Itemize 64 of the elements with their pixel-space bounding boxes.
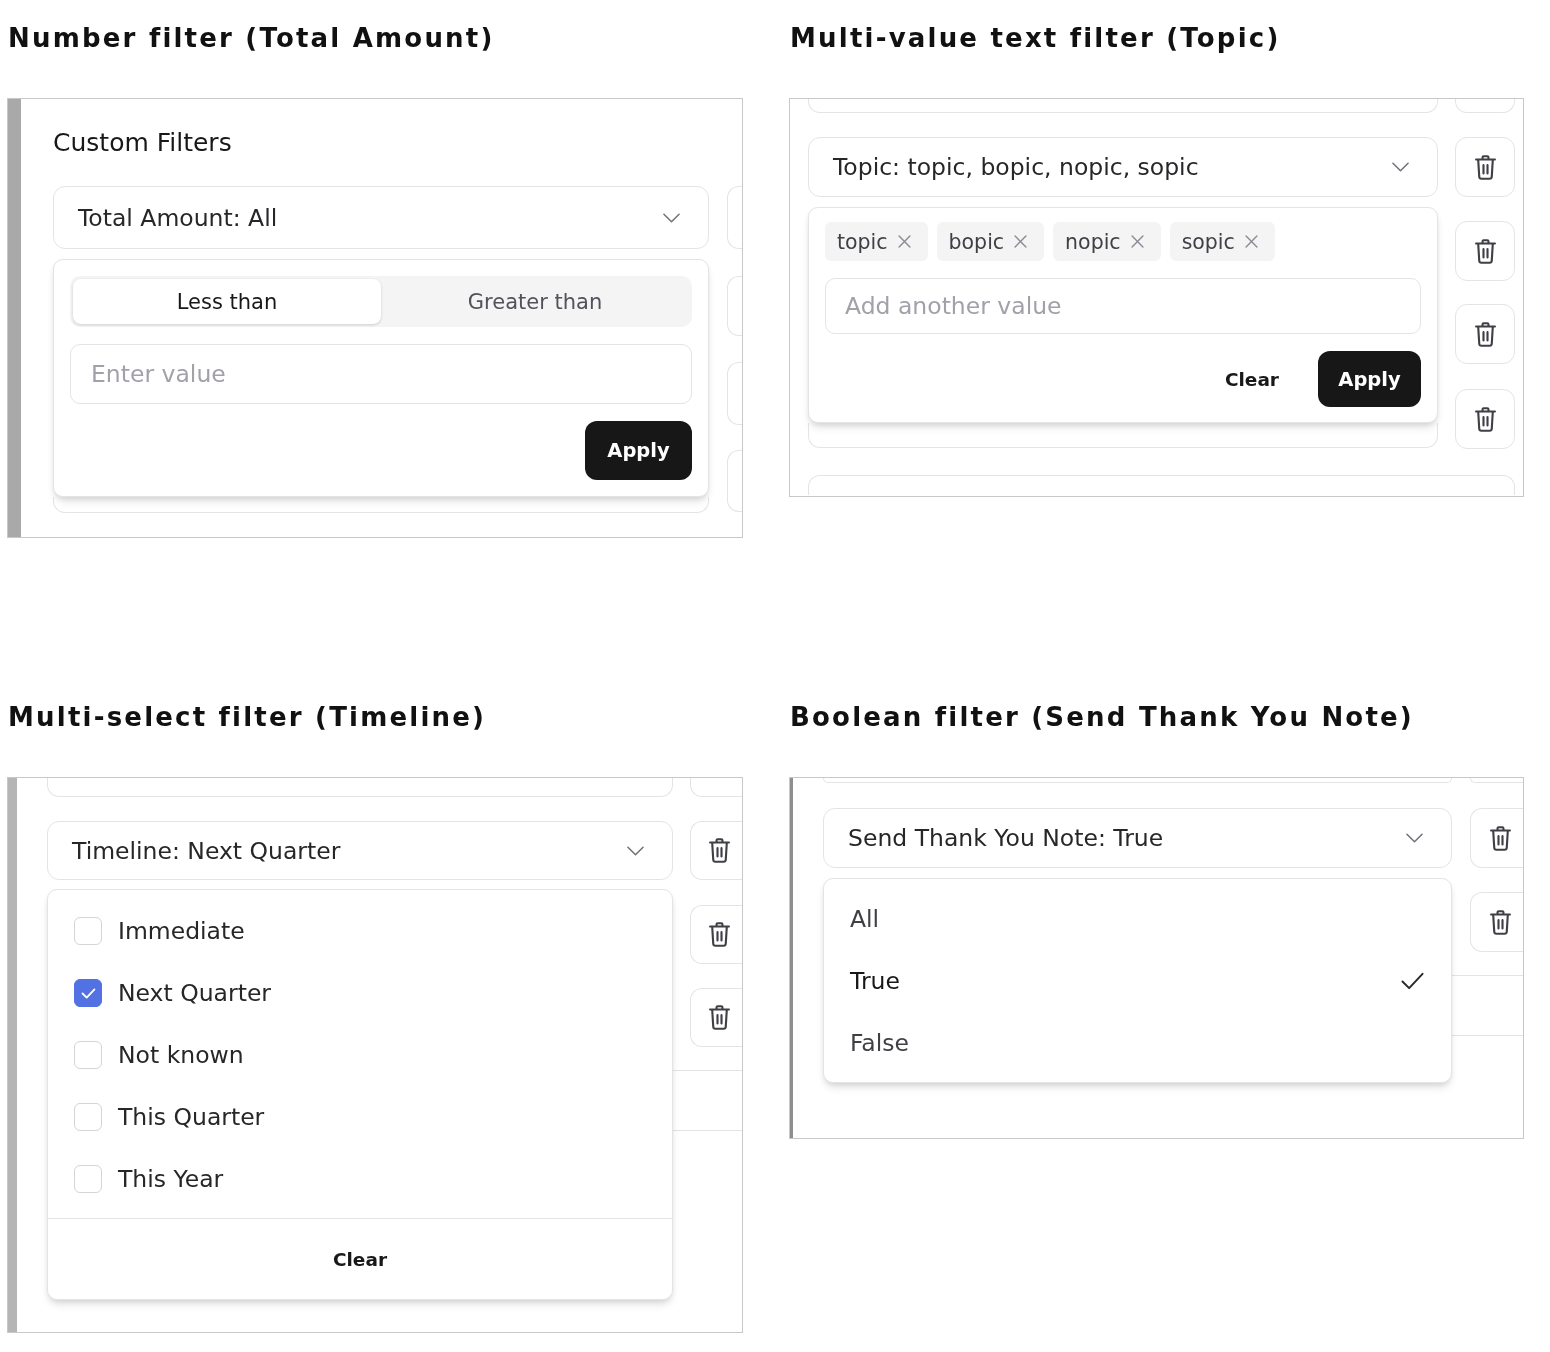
apply-button[interactable]: Apply: [1318, 351, 1421, 407]
option-item[interactable]: All: [824, 888, 1451, 950]
close-icon[interactable]: [897, 235, 911, 248]
panel-caption: Number filter (Total Amount): [8, 22, 495, 55]
panel-caption: Multi-value text filter (Topic): [790, 22, 1281, 55]
check-icon: [80, 987, 96, 999]
section-title: Custom Filters: [53, 127, 232, 159]
button-edge: [727, 276, 742, 336]
option-item[interactable]: True: [824, 950, 1451, 1012]
panel-caption: Multi-select filter (Timeline): [8, 701, 487, 734]
filter-dropdown[interactable]: Topic: topic, bopic, nopic, sopic: [808, 137, 1438, 197]
value-input[interactable]: Enter value: [70, 344, 692, 404]
chip-label: nopic: [1065, 229, 1121, 254]
trash-icon: [1474, 154, 1496, 180]
chevron-down-icon: [1392, 162, 1409, 172]
trash-icon: [1474, 406, 1496, 432]
option-label[interactable]: This Year: [118, 1165, 224, 1193]
delete-button[interactable]: [1470, 892, 1523, 952]
close-icon[interactable]: [1014, 235, 1028, 248]
apply-button[interactable]: Apply: [585, 421, 692, 480]
delete-button[interactable]: [1470, 808, 1523, 868]
clear-button[interactable]: Clear: [316, 1239, 404, 1279]
trash-icon: [1490, 909, 1511, 935]
option-item[interactable]: False: [824, 1012, 1451, 1074]
delete-button[interactable]: [690, 988, 742, 1047]
trash-icon: [1490, 825, 1511, 851]
operator-tab[interactable]: Less than: [73, 279, 381, 324]
close-icon[interactable]: [1244, 235, 1258, 248]
delete-button[interactable]: [1455, 221, 1515, 281]
chip-label: sopic: [1181, 229, 1235, 254]
option-label[interactable]: Not known: [118, 1041, 244, 1069]
trash-icon: [709, 1005, 730, 1030]
chip-label: topic: [837, 229, 888, 254]
trash-icon: [1474, 321, 1496, 347]
panel-caption: Boolean filter (Send Thank You Note): [790, 701, 1414, 734]
trash-icon: [1474, 238, 1496, 264]
delete-button[interactable]: [690, 905, 742, 964]
check-icon: [1401, 972, 1424, 990]
filter-dropdown[interactable]: Total Amount: All: [53, 186, 709, 249]
button-edge: [727, 186, 742, 249]
chevron-down-icon: [627, 845, 644, 856]
chevron-down-icon: [663, 212, 680, 223]
value-input[interactable]: Add another value: [825, 278, 1421, 334]
option-label[interactable]: Next Quarter: [118, 979, 271, 1007]
trash-icon: [709, 922, 730, 947]
delete-button[interactable]: [1455, 389, 1515, 449]
chip-label: bopic: [948, 229, 1005, 254]
filter-dropdown[interactable]: Timeline: Next Quarter: [47, 821, 673, 880]
operator-tab[interactable]: Greater than: [381, 279, 689, 324]
delete-button[interactable]: [1455, 304, 1515, 364]
delete-button[interactable]: [690, 821, 742, 880]
option-label[interactable]: This Quarter: [118, 1103, 265, 1131]
checkbox[interactable]: [74, 979, 102, 1007]
trash-icon: [709, 838, 730, 863]
button-edge: [727, 362, 742, 425]
delete-button[interactable]: [1455, 137, 1515, 197]
button-edge: [690, 778, 742, 797]
filter-dropdown[interactable]: Send Thank You Note: True: [823, 808, 1452, 868]
chevron-down-icon: [1406, 833, 1423, 843]
button-edge: [1455, 99, 1515, 113]
button-edge: [727, 450, 742, 512]
option-label[interactable]: Immediate: [118, 917, 245, 945]
clear-button[interactable]: Clear: [1208, 351, 1295, 407]
close-icon[interactable]: [1130, 235, 1144, 248]
